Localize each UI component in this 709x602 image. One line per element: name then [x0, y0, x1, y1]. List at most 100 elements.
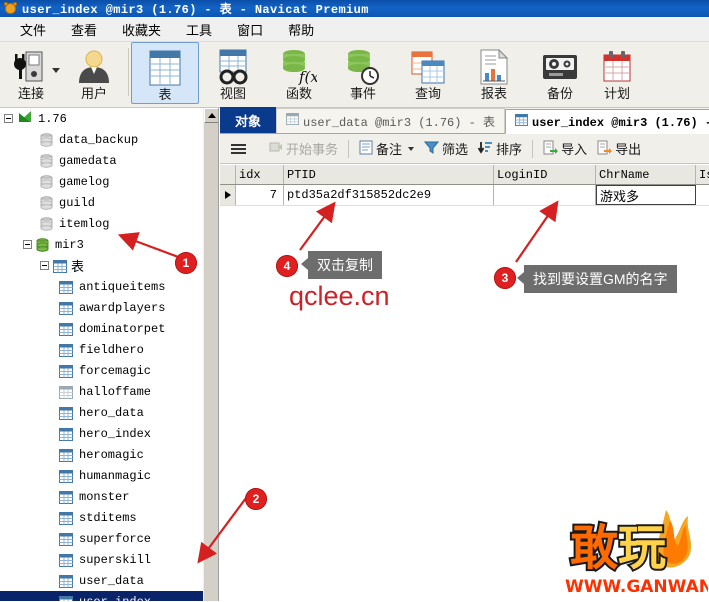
grid-header-isdelete[interactable]: IsDelete	[696, 165, 709, 184]
current-row-arrow	[220, 185, 236, 205]
tree-item-table-heromagic[interactable]: heromagic	[0, 444, 204, 465]
database-gray-icon	[40, 216, 53, 231]
tree-item-db-mir3[interactable]: mir3	[0, 234, 204, 255]
collapse-icon[interactable]	[23, 240, 32, 249]
filter-label: 筛选	[442, 142, 469, 157]
tree-item-table-stditems[interactable]: stditems	[0, 507, 204, 528]
tree-item-db-gamedata[interactable]: gamedata	[0, 150, 204, 171]
toolbar-query[interactable]: 查询	[395, 42, 461, 106]
window-title: user_index @mir3 (1.76) - 表 - Navicat Pr…	[22, 3, 369, 17]
table-row[interactable]: 7 ptd35a2df315852dc2e9 游戏多 0	[220, 185, 709, 205]
tree-item-table-superforce[interactable]: superforce	[0, 528, 204, 549]
tree-scrollbar[interactable]	[203, 108, 218, 601]
menu-tools[interactable]: 工具	[174, 18, 225, 41]
tree-item-db-itemlog[interactable]: itemlog	[0, 213, 204, 234]
tree-item-db-data-backup[interactable]: data_backup	[0, 129, 204, 150]
chevron-down-icon[interactable]	[52, 68, 60, 73]
scroll-up-arrow-icon[interactable]	[204, 108, 218, 123]
database-gray-icon	[40, 174, 53, 189]
tree-item-db-gamelog[interactable]: gamelog	[0, 171, 204, 192]
grid-menu-button[interactable]	[226, 142, 256, 156]
grid-header-ptid[interactable]: PTID	[284, 165, 494, 184]
note-label: 备注	[376, 142, 403, 157]
tree-item-table-antiqueitems[interactable]: antiqueitems	[0, 276, 204, 297]
chevron-down-icon[interactable]	[408, 146, 415, 151]
backup-tape-icon	[542, 48, 578, 86]
grid-header-idx[interactable]: idx	[236, 165, 284, 184]
annotation-badge-2: 2	[245, 488, 267, 510]
tab-object[interactable]: 对象	[220, 107, 277, 133]
toolbar-schedule[interactable]: 计划	[593, 42, 641, 106]
filter-button[interactable]: 筛选	[419, 137, 473, 160]
watermark-text-qclee: qclee.cn	[289, 281, 390, 312]
sort-button[interactable]: 排序	[473, 137, 527, 160]
toolbar-separator	[532, 139, 534, 158]
tree-item-table-user-data[interactable]: user_data	[0, 570, 204, 591]
menu-view[interactable]: 查看	[59, 18, 110, 41]
svg-text:玩: 玩	[618, 520, 666, 576]
tree-item-table-humanmagic[interactable]: humanmagic	[0, 465, 204, 486]
collapse-icon[interactable]	[40, 261, 49, 270]
svg-text:敢: 敢	[570, 520, 618, 576]
note-button[interactable]: 备注	[354, 137, 419, 160]
tree-item-table-hero-index[interactable]: hero_index	[0, 423, 204, 444]
toolbar-report[interactable]: 报表	[461, 42, 527, 106]
import-button[interactable]: 导入	[538, 137, 592, 160]
table-icon	[59, 595, 73, 601]
tree-item-table-label: dominatorpet	[79, 321, 166, 336]
annotation-badge-4: 4	[276, 255, 298, 277]
query-icon	[411, 48, 445, 86]
tab-user-data[interactable]: user_data @mir3 (1.76) - 表	[276, 108, 506, 133]
import-label: 导入	[561, 142, 588, 157]
menu-file[interactable]: 文件	[8, 18, 59, 41]
tree-item-table-forcemagic[interactable]: forcemagic	[0, 360, 204, 381]
toolbar-table[interactable]: 表	[131, 42, 199, 104]
tree-item-table-label: forcemagic	[79, 363, 152, 378]
menu-favorites[interactable]: 收藏夹	[110, 18, 174, 41]
toolbar-separator	[348, 139, 350, 158]
tree-item-table-halloffame[interactable]: halloffame	[0, 381, 204, 402]
menu-bar: 文件 查看 收藏夹 工具 窗口 帮助	[0, 17, 709, 42]
toolbar-connection[interactable]: 连接	[0, 42, 62, 106]
tree-item-table-awardplayers[interactable]: awardplayers	[0, 297, 204, 318]
cell-loginid[interactable]	[494, 185, 596, 205]
tree-item-table-label: user_data	[79, 573, 144, 588]
tree-item-table-dominatorpet[interactable]: dominatorpet	[0, 318, 204, 339]
cell-ptid[interactable]: ptd35a2df315852dc2e9	[284, 185, 494, 205]
table-icon	[149, 49, 181, 87]
tab-strip: 对象 user_data @mir3 (1.76) - 表 user_index…	[220, 107, 709, 134]
tree-item-db-label: gamedata	[59, 153, 117, 168]
tree-item-tables-group[interactable]: 表	[0, 255, 204, 276]
tree-item-table-monster[interactable]: monster	[0, 486, 204, 507]
tree-item-table-hero-data[interactable]: hero_data	[0, 402, 204, 423]
schedule-calendar-icon	[602, 48, 632, 86]
export-button[interactable]: 导出	[592, 137, 646, 160]
toolbar-backup[interactable]: 备份	[527, 42, 593, 106]
cell-idx[interactable]: 7	[236, 185, 284, 205]
cell-chrname[interactable]: 游戏多	[596, 185, 696, 205]
tree-item-connection-label: 1.76	[38, 111, 67, 126]
collapse-icon[interactable]	[4, 114, 13, 123]
tree-item-table-label: halloffame	[79, 384, 152, 399]
grid-corner-cell	[220, 165, 236, 184]
tree-item-table-fieldhero[interactable]: fieldhero	[0, 339, 204, 360]
toolbar-view[interactable]: 视图	[199, 42, 267, 106]
begin-transaction-button[interactable]: 开始事务	[264, 137, 343, 160]
tree-item-table-superskill[interactable]: superskill	[0, 549, 204, 570]
menu-window[interactable]: 窗口	[225, 18, 276, 41]
toolbar-user[interactable]: 用户	[62, 42, 126, 106]
toolbar-event[interactable]: 事件	[331, 42, 395, 106]
menu-help[interactable]: 帮助	[276, 18, 327, 41]
tab-user-index[interactable]: user_index @mir3 (1.76) - 表	[505, 109, 709, 134]
cell-isdelete[interactable]: 0	[696, 185, 709, 205]
tree-item-db-guild[interactable]: guild	[0, 192, 204, 213]
grid-header-loginid[interactable]: LoginID	[494, 165, 596, 184]
toolbar-function[interactable]: f(x) 函数	[267, 42, 331, 106]
grid-header-chrname[interactable]: ChrName	[596, 165, 696, 184]
view-glasses-icon	[216, 48, 250, 86]
badge-number: 1	[182, 256, 190, 270]
tree-item-db-label: gamelog	[59, 174, 110, 189]
report-icon	[479, 48, 509, 86]
tree-item-connection[interactable]: 1.76	[0, 108, 204, 129]
tree-item-table-user-index[interactable]: user_index	[0, 591, 204, 601]
